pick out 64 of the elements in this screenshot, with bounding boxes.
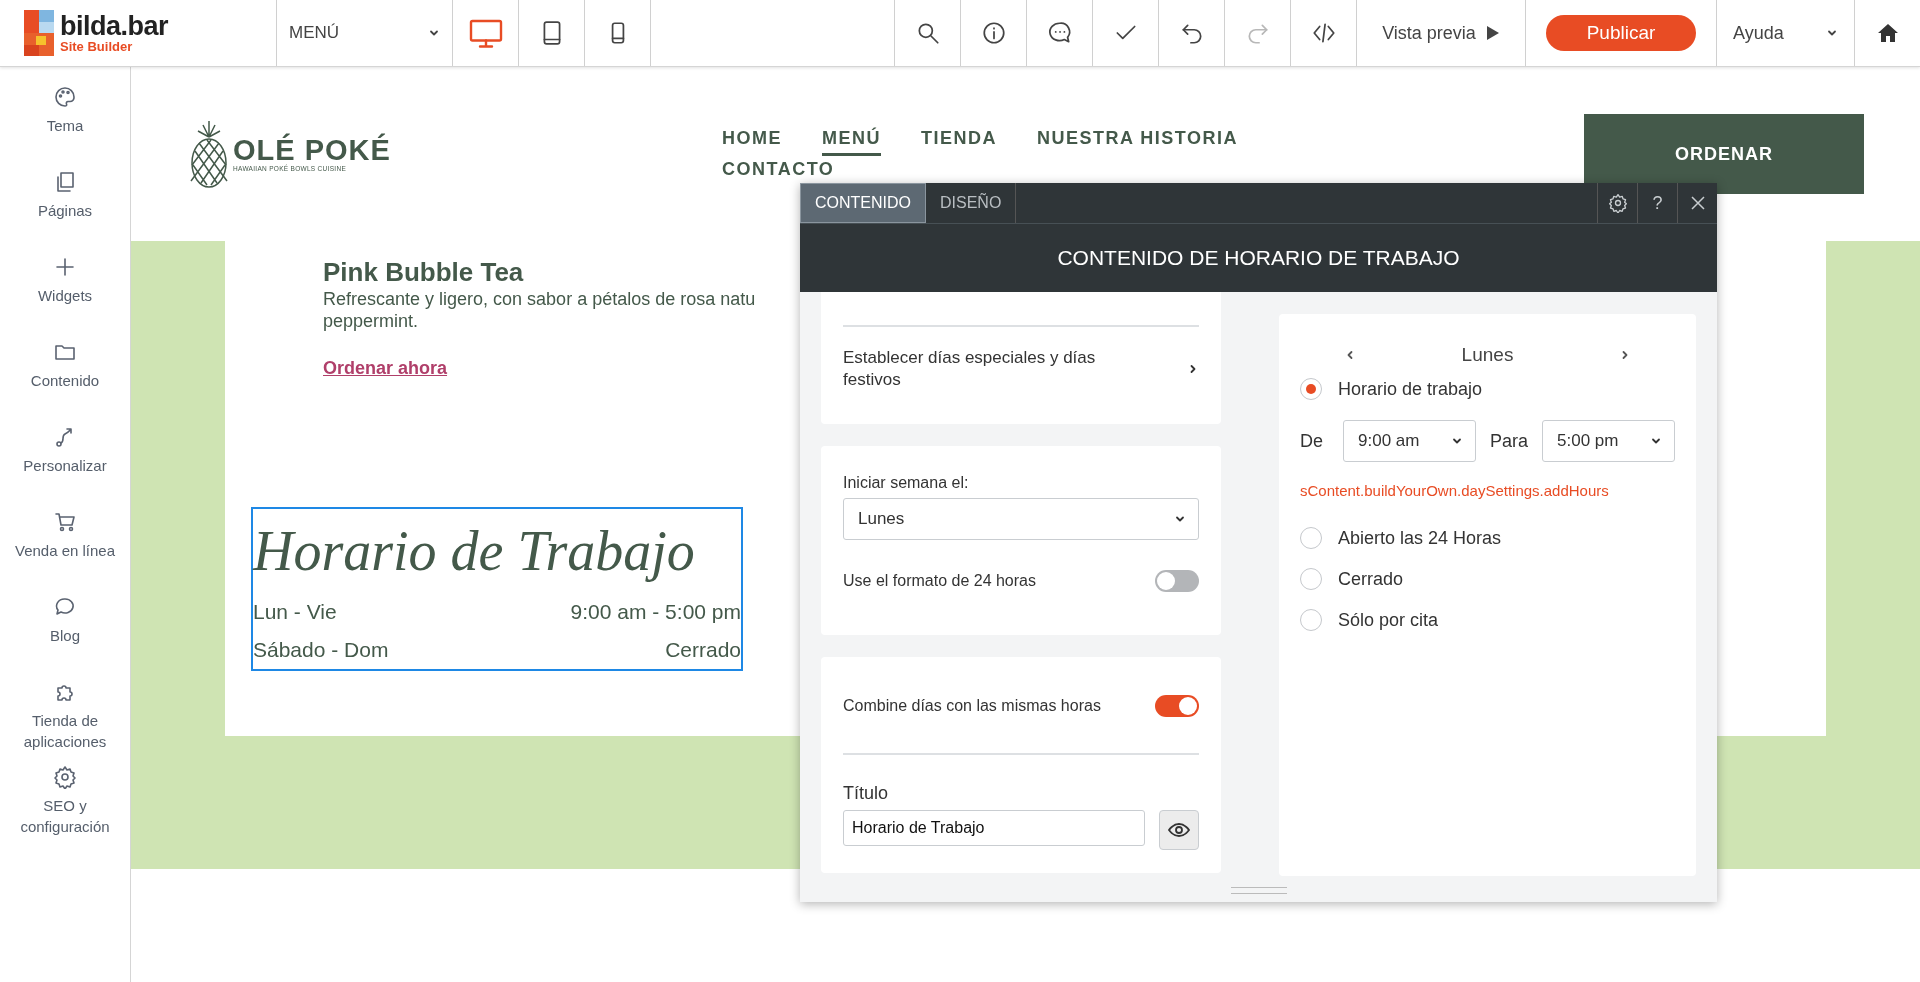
from-label: De — [1300, 430, 1323, 452]
hours-time: 9:00 am - 5:00 pm — [570, 599, 741, 625]
hours-time: Cerrado — [665, 637, 741, 663]
sidebar-item[interactable]: Widgets — [0, 255, 131, 340]
toggle-switch[interactable] — [1155, 570, 1199, 592]
toggle-switch[interactable] — [1155, 695, 1199, 717]
sidebar-item[interactable]: Contenido — [0, 340, 131, 425]
to-label: Para — [1490, 430, 1529, 452]
radio-option[interactable]: Horario de trabajo — [1300, 378, 1483, 400]
order-now-link[interactable]: Ordenar ahora — [323, 358, 448, 379]
radio-option[interactable]: Cerrado — [1300, 568, 1675, 590]
sidebar-item[interactable]: Blog — [0, 595, 131, 680]
special-days-link[interactable]: Establecer días especiales y días festivos — [843, 327, 1199, 391]
palette-icon — [53, 85, 77, 109]
sidebar-item[interactable]: Páginas — [0, 170, 131, 255]
help-dropdown[interactable]: Ayuda — [1717, 0, 1855, 66]
brand-name: bilda.bar — [60, 13, 169, 40]
settings-icon — [1607, 193, 1628, 213]
hours-days: Sábado - Dom — [253, 631, 389, 669]
publish-button[interactable]: Publicar — [1546, 15, 1696, 51]
product-description: peppermint. — [323, 310, 420, 332]
sidebar-item[interactable]: SEO y configuración — [0, 765, 131, 850]
resize-handle[interactable] — [1230, 887, 1287, 894]
title-field[interactable]: Horario de Trabajo — [843, 810, 1145, 846]
nav-link[interactable]: HOME — [722, 129, 782, 156]
close-icon — [1689, 195, 1706, 211]
from-time-dropdown[interactable]: 9:00 am — [1343, 420, 1476, 462]
brand-tagline: Site Builder — [60, 40, 134, 53]
nav-link[interactable]: NUESTRA HISTORIA — [1037, 129, 1238, 156]
page-dropdown[interactable]: MENÚ — [277, 0, 453, 66]
dialog-tab[interactable]: DISEÑO — [926, 183, 1017, 223]
pineapple-icon — [189, 119, 229, 189]
week-start-label: Iniciar semana el: — [843, 474, 970, 492]
cart-icon — [53, 510, 77, 534]
logo-icon — [24, 10, 54, 56]
product-title: Pink Bubble Tea — [323, 257, 524, 288]
error-message: sContent.buildYourOwn.daySettings.addHours — [1300, 482, 1610, 499]
hours-widget[interactable]: Horario de Trabajo Lun - Vie 9:00 am - 5:00 pm Sábado - Dom Cerrado — [251, 507, 743, 671]
hours-title: Horario de Trabajo — [253, 519, 696, 584]
week-start-dropdown[interactable]: Lunes — [843, 498, 1199, 540]
preview-button[interactable]: Vista previa — [1357, 0, 1526, 66]
format-24h-label: Use el formato de 24 horas — [843, 572, 1036, 590]
nav-link[interactable]: TIENDA — [921, 129, 997, 156]
order-button[interactable]: ORDENAR — [1584, 114, 1864, 194]
help-button[interactable]: ? — [1637, 183, 1677, 223]
sidebar-item[interactable]: Tienda de aplicaciones — [0, 680, 131, 765]
sidebar-item[interactable]: Personalizar — [0, 425, 131, 510]
day-name: Lunes — [1461, 344, 1514, 366]
visibility-button[interactable] — [1159, 810, 1199, 850]
gear-icon — [53, 765, 77, 789]
sidebar-item[interactable]: Venda en línea — [0, 510, 131, 595]
nav-link[interactable]: MENÚ — [822, 129, 881, 156]
product-description: Refrescante y ligero, con sabor a pétalos de rosa natu — [323, 288, 757, 310]
sidebar-item[interactable]: Tema — [0, 85, 131, 170]
combine-days-label: Combine días con las mismas horas — [843, 697, 1101, 715]
plus-icon — [53, 255, 77, 279]
play-icon — [1485, 25, 1500, 41]
radio-option[interactable]: Sólo por cita — [1300, 609, 1675, 631]
radio-option[interactable]: Abierto las 24 Horas — [1300, 527, 1675, 549]
title-label: Título — [843, 783, 890, 804]
dialog-tab[interactable]: CONTENIDO — [800, 183, 926, 223]
dialog-title: CONTENIDO DE HORARIO DE TRABAJO — [800, 224, 1717, 292]
hours-days: Lun - Vie — [253, 593, 337, 631]
to-time-dropdown[interactable]: 5:00 pm — [1542, 420, 1675, 462]
